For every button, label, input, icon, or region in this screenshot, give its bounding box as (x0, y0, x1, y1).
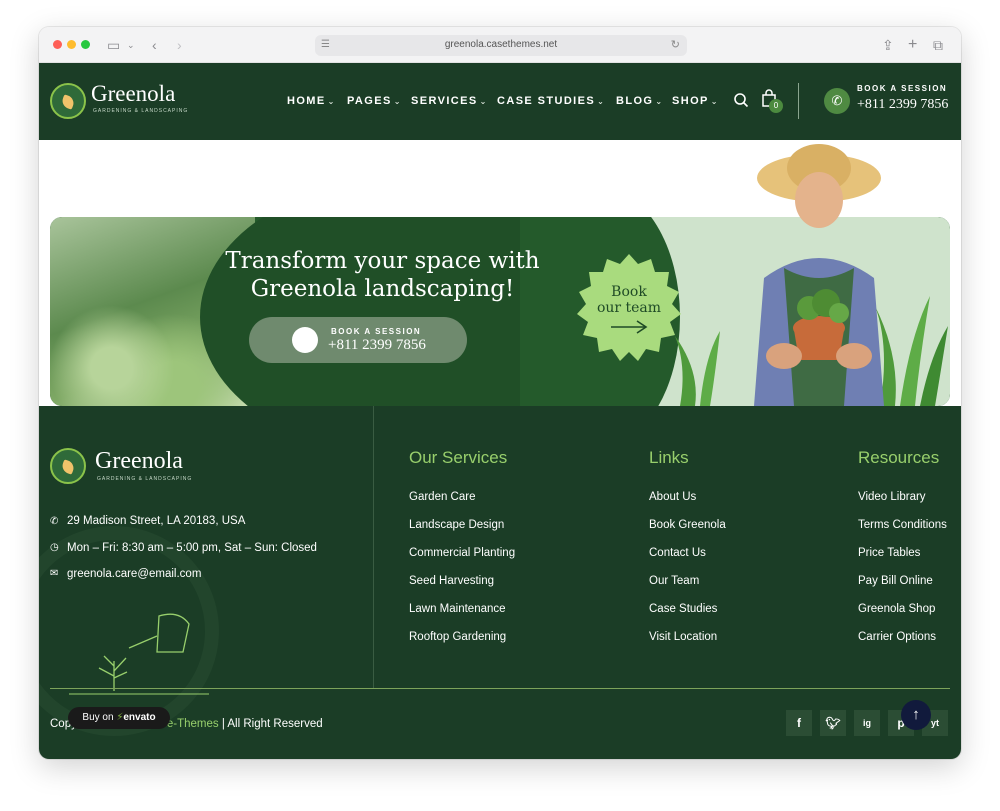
book-session-button[interactable]: BOOK A SESSION +811 2399 7856 (249, 317, 467, 363)
footer-link[interactable]: Terms Conditions (858, 519, 947, 531)
footer-logo-name[interactable]: Greenola (95, 448, 183, 475)
nav-home[interactable]: HOME ⌄ (287, 95, 336, 107)
reload-icon[interactable]: ↻ (671, 38, 680, 51)
chevron-down-icon: ⌄ (393, 97, 402, 106)
badge-text: Book our team (596, 284, 662, 316)
footer-link[interactable]: Carrier Options (858, 631, 936, 643)
book-our-team-badge[interactable]: Book our team (571, 252, 687, 368)
footer-link[interactable]: Landscape Design (409, 519, 504, 531)
footer-logo-icon[interactable] (50, 448, 86, 484)
site-header: Greenola GARDENING & LANDSCAPING HOME ⌄ P… (39, 63, 961, 140)
footer-link[interactable]: Rooftop Gardening (409, 631, 506, 643)
footer-link[interactable]: Video Library (858, 491, 926, 503)
footer-link[interactable]: Case Studies (649, 603, 717, 615)
footer-link[interactable]: Greenola Shop (858, 603, 935, 615)
footer-link[interactable]: Lawn Maintenance (409, 603, 506, 615)
forward-icon[interactable]: › (177, 36, 182, 54)
chevron-down-icon[interactable]: ⌄ (127, 36, 135, 54)
chevron-down-icon: ⌄ (479, 97, 488, 106)
gardener-photo (754, 144, 884, 406)
search-icon[interactable] (733, 92, 749, 108)
cart-count-badge: 0 (769, 99, 783, 113)
footer-link[interactable]: Book Greenola (649, 519, 726, 531)
footer-column-divider (373, 406, 374, 688)
footer-link[interactable]: Visit Location (649, 631, 717, 643)
buy-on-envato-button[interactable]: Buy on ⚡envato (68, 707, 170, 729)
chevron-down-icon: ⌄ (597, 97, 606, 106)
footer-link[interactable]: Contact Us (649, 547, 706, 559)
sidebar-toggle-icon[interactable]: ▭ (107, 36, 120, 54)
footer-email[interactable]: greenola.care@email.com (67, 568, 201, 580)
book-session-phone: +811 2399 7856 (328, 337, 426, 353)
book-session-label: BOOK A SESSION (331, 327, 422, 336)
back-icon[interactable]: ‹ (152, 36, 157, 54)
header-book-label: BOOK A SESSION (857, 84, 948, 93)
logo-icon[interactable] (50, 83, 86, 119)
phone-icon: ✆ (50, 516, 59, 527)
header-phone[interactable]: +811 2399 7856 (857, 97, 948, 113)
nav-services[interactable]: SERVICES ⌄ (411, 95, 488, 107)
browser-window: ▭ ⌄ ‹ › ☰ greenola.casethemes.net ↻ ⇪ + … (39, 27, 961, 759)
banner-title: Transform your space with Greenola lands… (225, 248, 540, 302)
footer-hours: Mon – Fri: 8:30 am – 5:00 pm, Sat – Sun:… (67, 542, 317, 554)
header-divider (798, 83, 799, 119)
nav-pages[interactable]: PAGES ⌄ (347, 95, 402, 107)
watering-can-illustration (69, 613, 209, 695)
facebook-icon[interactable]: f (786, 710, 812, 736)
phone-icon[interactable]: ✆ (824, 88, 850, 114)
instagram-icon[interactable]: ig (854, 710, 880, 736)
share-icon[interactable]: ⇪ (882, 36, 894, 54)
footer-divider (50, 688, 950, 689)
logo-tagline: GARDENING & LANDSCAPING (93, 108, 189, 114)
tab-overview-icon[interactable]: ⧉ (933, 36, 943, 54)
book-button-circle-icon (292, 327, 318, 353)
url-text: greenola.casethemes.net (444, 39, 558, 50)
scroll-to-top-button[interactable]: ↑ (901, 700, 931, 730)
footer-link[interactable]: Pay Bill Online (858, 575, 933, 587)
footer-link[interactable]: Seed Harvesting (409, 575, 494, 587)
new-tab-icon[interactable]: + (908, 36, 917, 54)
arrow-right-icon (611, 320, 648, 334)
twitter-icon[interactable]: 🐦︎ (820, 710, 846, 736)
chevron-down-icon: ⌄ (327, 97, 336, 106)
email-icon: ✉ (50, 568, 59, 579)
minimize-window-button[interactable] (67, 40, 76, 49)
logo-name[interactable]: Greenola (91, 81, 175, 107)
copyright-brand-link[interactable]: e-Themes (167, 718, 219, 730)
footer-heading-links: Links (649, 448, 689, 467)
nav-shop[interactable]: SHOP ⌄ (672, 95, 719, 107)
footer-link[interactable]: Garden Care (409, 491, 475, 503)
browser-toolbar: ▭ ⌄ ‹ › ☰ greenola.casethemes.net ↻ ⇪ + … (39, 27, 961, 63)
footer-address: 29 Madison Street, LA 20183, USA (67, 515, 246, 527)
footer-heading-resources: Resources (858, 448, 940, 467)
footer-link[interactable]: About Us (649, 491, 696, 503)
footer-link[interactable]: Our Team (649, 575, 699, 587)
footer-link[interactable]: Commercial Planting (409, 547, 515, 559)
footer-heading-services: Our Services (409, 448, 508, 467)
site-footer: Greenola GARDENING & LANDSCAPING ✆ 29 Ma… (39, 406, 961, 759)
footer-logo-tagline: GARDENING & LANDSCAPING (97, 476, 193, 482)
nav-case-studies[interactable]: CASE STUDIES ⌄ (497, 95, 605, 107)
close-window-button[interactable] (53, 40, 62, 49)
chevron-down-icon: ⌄ (655, 97, 664, 106)
zoom-window-button[interactable] (81, 40, 90, 49)
address-bar[interactable]: ☰ greenola.casethemes.net ↻ (315, 35, 687, 56)
nav-blog[interactable]: BLOG ⌄ (616, 95, 664, 107)
clock-icon: ◷ (50, 542, 59, 553)
chevron-down-icon: ⌄ (710, 97, 719, 106)
footer-link[interactable]: Price Tables (858, 547, 920, 559)
